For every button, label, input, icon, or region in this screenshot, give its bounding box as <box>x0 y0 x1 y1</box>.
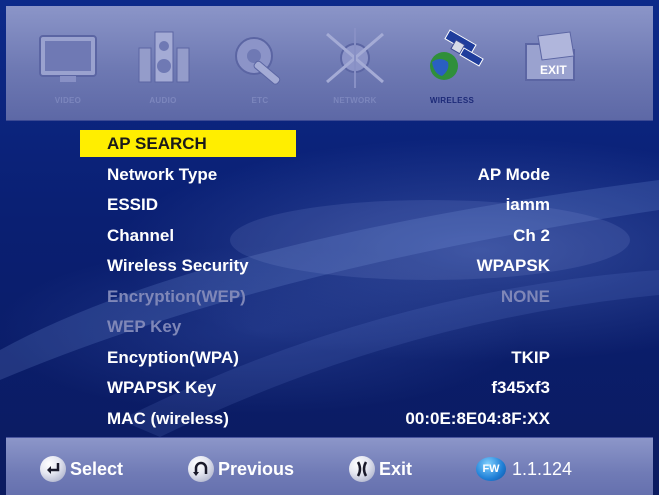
select-label: Select <box>70 459 124 479</box>
menu-item-label: Channel <box>107 225 175 245</box>
tab-label-wireless: WIRELESS <box>429 96 475 105</box>
wireless-settings-menu: AP SEARCH Network Type AP Mode ESSID iam… <box>80 129 570 434</box>
tab-network[interactable]: NETWORK <box>313 26 397 112</box>
tab-label-audio: AUDIO <box>149 96 177 105</box>
menu-item-ap-search[interactable]: AP SEARCH <box>80 129 570 160</box>
select-hint[interactable]: Select <box>40 456 124 483</box>
menu-item-value: iamm <box>505 195 550 214</box>
menu-item-value: 00:0E:8E04:8F:XX <box>405 408 550 428</box>
tab-audio[interactable]: AUDIO <box>121 26 205 112</box>
exit-folder-icon: EXIT <box>525 31 575 81</box>
menu-item-value: WPAPSK <box>476 256 550 275</box>
tab-etc[interactable]: ETC <box>218 26 302 112</box>
exit-label: Exit <box>379 459 413 479</box>
menu-item-value: TKIP <box>511 347 550 367</box>
tab-exit[interactable]: EXIT <box>508 26 592 112</box>
tab-label-video: VIDEO <box>54 96 82 105</box>
menu-item-label: MAC (wireless) <box>107 408 229 428</box>
enter-key-icon <box>40 456 66 483</box>
menu-item-value: AP Mode <box>477 164 550 184</box>
menu-item-label: WEP Key <box>107 317 182 336</box>
firmware-version-label: 1.1.124 <box>512 459 573 479</box>
previous-label: Previous <box>218 459 295 479</box>
previous-hint[interactable]: Previous <box>188 456 295 483</box>
speaker-icon <box>138 31 190 83</box>
menu-item-label: Wireless Security <box>107 256 249 275</box>
button-hint-bar: Select Previous Exit FW 1.1.124 <box>6 437 653 495</box>
menu-item-network-type[interactable]: Network Type AP Mode <box>80 160 570 191</box>
category-bar: VIDEO AUDIO ETC NETWORK WIRELESS EXIT <box>6 6 653 121</box>
menu-item-label: ESSID <box>107 195 159 214</box>
menu-item-wireless-security[interactable]: Wireless Security WPAPSK <box>80 251 570 282</box>
menu-item-label: Encryption(WEP) <box>107 286 246 306</box>
menu-item-label: AP SEARCH <box>80 130 296 157</box>
satellite-icon <box>430 29 484 80</box>
menu-item-encryption-wep: Encryption(WEP) NONE <box>80 282 570 313</box>
wrench-gear-icon <box>235 37 281 85</box>
menu-item-label: Encyption(WPA) <box>107 347 239 367</box>
menu-item-mac-wireless[interactable]: MAC (wireless) 00:0E:8E04:8F:XX <box>80 404 570 435</box>
menu-item-label: WPAPSK Key <box>107 378 217 397</box>
exit-icon-text: EXIT <box>540 63 567 77</box>
tv-icon <box>39 35 97 82</box>
menu-item-encryption-wpa[interactable]: Encyption(WPA) TKIP <box>80 343 570 374</box>
tab-video[interactable]: VIDEO <box>26 26 110 112</box>
menu-item-channel[interactable]: Channel Ch 2 <box>80 221 570 252</box>
menu-item-essid[interactable]: ESSID iamm <box>80 190 570 221</box>
return-arrow-icon <box>188 456 214 483</box>
menu-item-value: NONE <box>500 286 550 306</box>
tab-label-network: NETWORK <box>333 96 377 105</box>
tab-label-etc: ETC <box>251 96 269 105</box>
menu-item-value: f345xf3 <box>491 378 550 397</box>
menu-item-wpapsk-key[interactable]: WPAPSK Key f345xf3 <box>80 373 570 404</box>
firmware-badge-icon: FW <box>476 457 506 482</box>
network-icon <box>326 28 384 88</box>
exit-x-icon <box>349 456 375 483</box>
tab-wireless[interactable]: WIRELESS <box>410 26 494 112</box>
wireless-settings-screen: VIDEO AUDIO ETC NETWORK WIRELESS EXIT AP… <box>0 0 659 495</box>
menu-item-value: Ch 2 <box>513 225 550 245</box>
menu-item-wep-key: WEP Key <box>80 312 570 343</box>
menu-item-label: Network Type <box>107 164 218 184</box>
exit-hint[interactable]: Exit <box>349 456 413 483</box>
firmware-version: FW 1.1.124 <box>476 456 572 482</box>
